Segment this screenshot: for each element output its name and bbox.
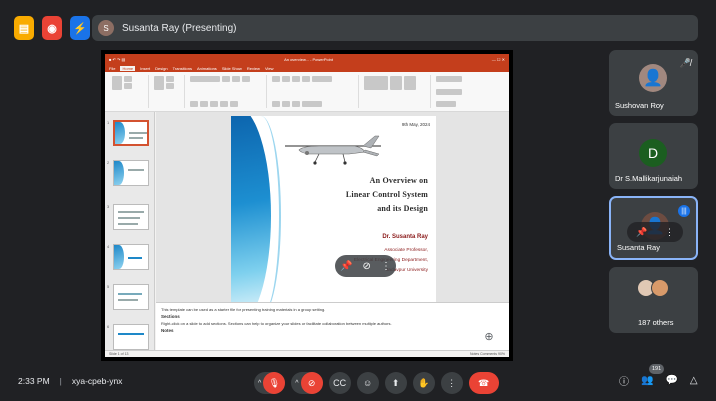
activities-icon[interactable]: △ [690,375,698,386]
present-button[interactable]: ⬆ [384,372,407,394]
ribbon-group [151,75,185,108]
leave-call-button[interactable]: ☎ [468,372,499,394]
slide-thumbnail[interactable] [113,120,149,146]
slide-thumbnail[interactable] [113,204,149,230]
ppt-title-bar: ■ ↶ ↷ ▤ An overview... - PowerPoint — ☐ … [105,54,509,64]
chevron-up-icon[interactable]: ^ [295,380,300,387]
notes-line: This template can be used as a starter f… [161,307,326,312]
slide-author: Dr. Susanta Ray [382,234,428,240]
ppt-workarea: 1 2 3 4 5 6 9th May, 2024 An Overview on… [105,112,509,357]
others-avatars [637,279,671,299]
slide-counter: Slide 1 of 13 [109,352,129,356]
presenter-banner-text: Susanta Ray (Presenting) [122,22,237,34]
activities-icon[interactable]: ⚡ [70,16,90,40]
ppt-ribbon [105,72,509,112]
ppt-tab[interactable]: Insert [140,66,150,71]
slide-date: 9th May, 2024 [401,122,430,127]
ppt-tab[interactable]: Transitions [173,66,192,71]
presenter-floating-controls: 📌 ⊘ ⋮ [335,255,396,277]
status-right: Notes Comments 90% [469,352,505,356]
presenter-banner: S Susanta Ray (Presenting) [92,15,698,41]
meeting-info: 2:33 PM | xya-cpeb-ynx [18,376,123,386]
powerpoint-window: ■ ↶ ↷ ▤ An overview... - PowerPoint — ☐ … [105,54,509,357]
ppt-tab[interactable]: File [109,66,115,71]
captions-button[interactable]: CC [328,372,351,394]
slide-title-line: Linear Control System [345,190,428,199]
current-slide[interactable]: 9th May, 2024 An Overview on Linear Cont… [231,116,436,309]
ribbon-group [361,75,431,108]
raise-hand-button[interactable]: ✋ [412,372,435,394]
ribbon-group [109,75,149,108]
ribbon-group [433,75,473,108]
ribbon-group [187,75,267,108]
slide-title-line: and its Design [377,204,428,213]
participant-name: Dr S.Mallikarjunaiah [615,174,683,183]
participant-name: Susanta Ray [617,243,660,252]
camera-toggle-button[interactable]: ⊘ [300,372,323,394]
slide-thumbnail[interactable] [113,244,149,270]
shared-screen: ■ ↶ ↷ ▤ An overview... - PowerPoint — ☐ … [101,50,513,361]
ppt-title-text: An overview... - PowerPoint [284,56,333,62]
mic-toggle-button[interactable]: 🎙 [263,372,286,394]
participant-avatar: D [639,139,667,167]
slide-thumbnail-pane: 1 2 3 4 5 6 [105,112,155,357]
participant-tile[interactable]: 187 others [609,267,698,333]
notes-heading: Sections [161,314,180,319]
participant-tile[interactable]: 👤 🎤̸ Sushovan Roy [609,50,698,116]
call-controls: ^ 🎙 ^ ⊘ CC ☺ ⬆ ✋ ⋮ ☎ [254,372,499,394]
more-options-icon[interactable]: ⋮ [665,227,674,238]
participant-tile[interactable]: D Dr S.Mallikarjunaiah [609,123,698,189]
people-icon[interactable]: 👥 [641,375,653,386]
notes-heading: Notes [161,328,174,333]
participant-name: 187 others [638,318,674,327]
slide-thumbnail[interactable] [113,284,149,310]
mute-icon[interactable]: ⊘ [363,261,371,272]
slide-canvas: 9th May, 2024 An Overview on Linear Cont… [156,112,509,309]
meeting-code: xya-cpeb-ynx [71,376,123,386]
record-icon[interactable]: ◉ [42,16,62,40]
top-app-icons: ▤ ◉ ⚡ [14,14,90,42]
ppt-quick-access: ■ ↶ ↷ ▤ [109,56,126,62]
mic-off-icon: 🎤̸ [679,58,691,68]
ppt-tab[interactable]: Review [247,66,260,71]
ppt-window-controls: — ☐ ✕ [491,56,505,62]
speaking-indicator-icon: ||| [678,205,690,217]
ppt-tab-bar: File Home Insert Design Transitions Anim… [105,64,509,72]
ppt-status-bar: Slide 1 of 13 Notes Comments 90% [105,350,509,357]
drone-image [285,135,381,165]
slide-thumbnail[interactable] [113,324,149,350]
emoji-button[interactable]: ☺ [356,372,379,394]
ppt-tab[interactable]: Home [120,65,136,71]
participant-tile[interactable]: 👤 ||| 📌 ⋮ Susanta Ray [609,196,698,260]
ppt-tab[interactable]: View [265,66,274,71]
more-options-icon[interactable]: ⋮ [381,261,391,272]
slide-thumbnail[interactable] [113,160,149,186]
tile-floating-controls: 📌 ⋮ [627,222,683,242]
participant-avatar: 👤 [639,64,667,92]
notes-app-icon[interactable]: ▤ [14,16,34,40]
ribbon-group [269,75,359,108]
mic-control-group: ^ 🎙 [254,372,286,394]
slide-title: An Overview on Linear Control System and… [346,174,428,216]
ppt-tab[interactable]: Animations [197,66,217,71]
presenter-avatar: S [98,20,114,36]
pin-icon[interactable]: 📌 [340,261,352,272]
participant-name: Sushovan Roy [615,101,664,110]
pin-icon[interactable]: 📌 [636,227,647,238]
meet-window: ▤ ◉ ⚡ S Susanta Ray (Presenting) ■ ↶ ↷ ▤… [0,0,716,401]
meeting-time: 2:33 PM [18,376,50,386]
info-icon[interactable]: ⓘ [619,373,629,388]
meeting-side-controls: ⓘ 👥 💬 △ [619,373,698,388]
zoom-icon[interactable]: ⊕ [478,325,500,347]
chat-icon[interactable]: 💬 [665,375,677,386]
more-options-button[interactable]: ⋮ [440,372,463,394]
camera-control-group: ^ ⊘ [291,372,323,394]
ppt-tab[interactable]: Design [155,66,167,71]
speaker-notes[interactable]: This template can be used as a starter f… [156,302,509,350]
notes-line: Right-click on a slide to add sections. … [161,321,392,326]
slide-title-line: An Overview on [369,176,428,185]
ppt-tab[interactable]: Slide Show [222,66,242,71]
